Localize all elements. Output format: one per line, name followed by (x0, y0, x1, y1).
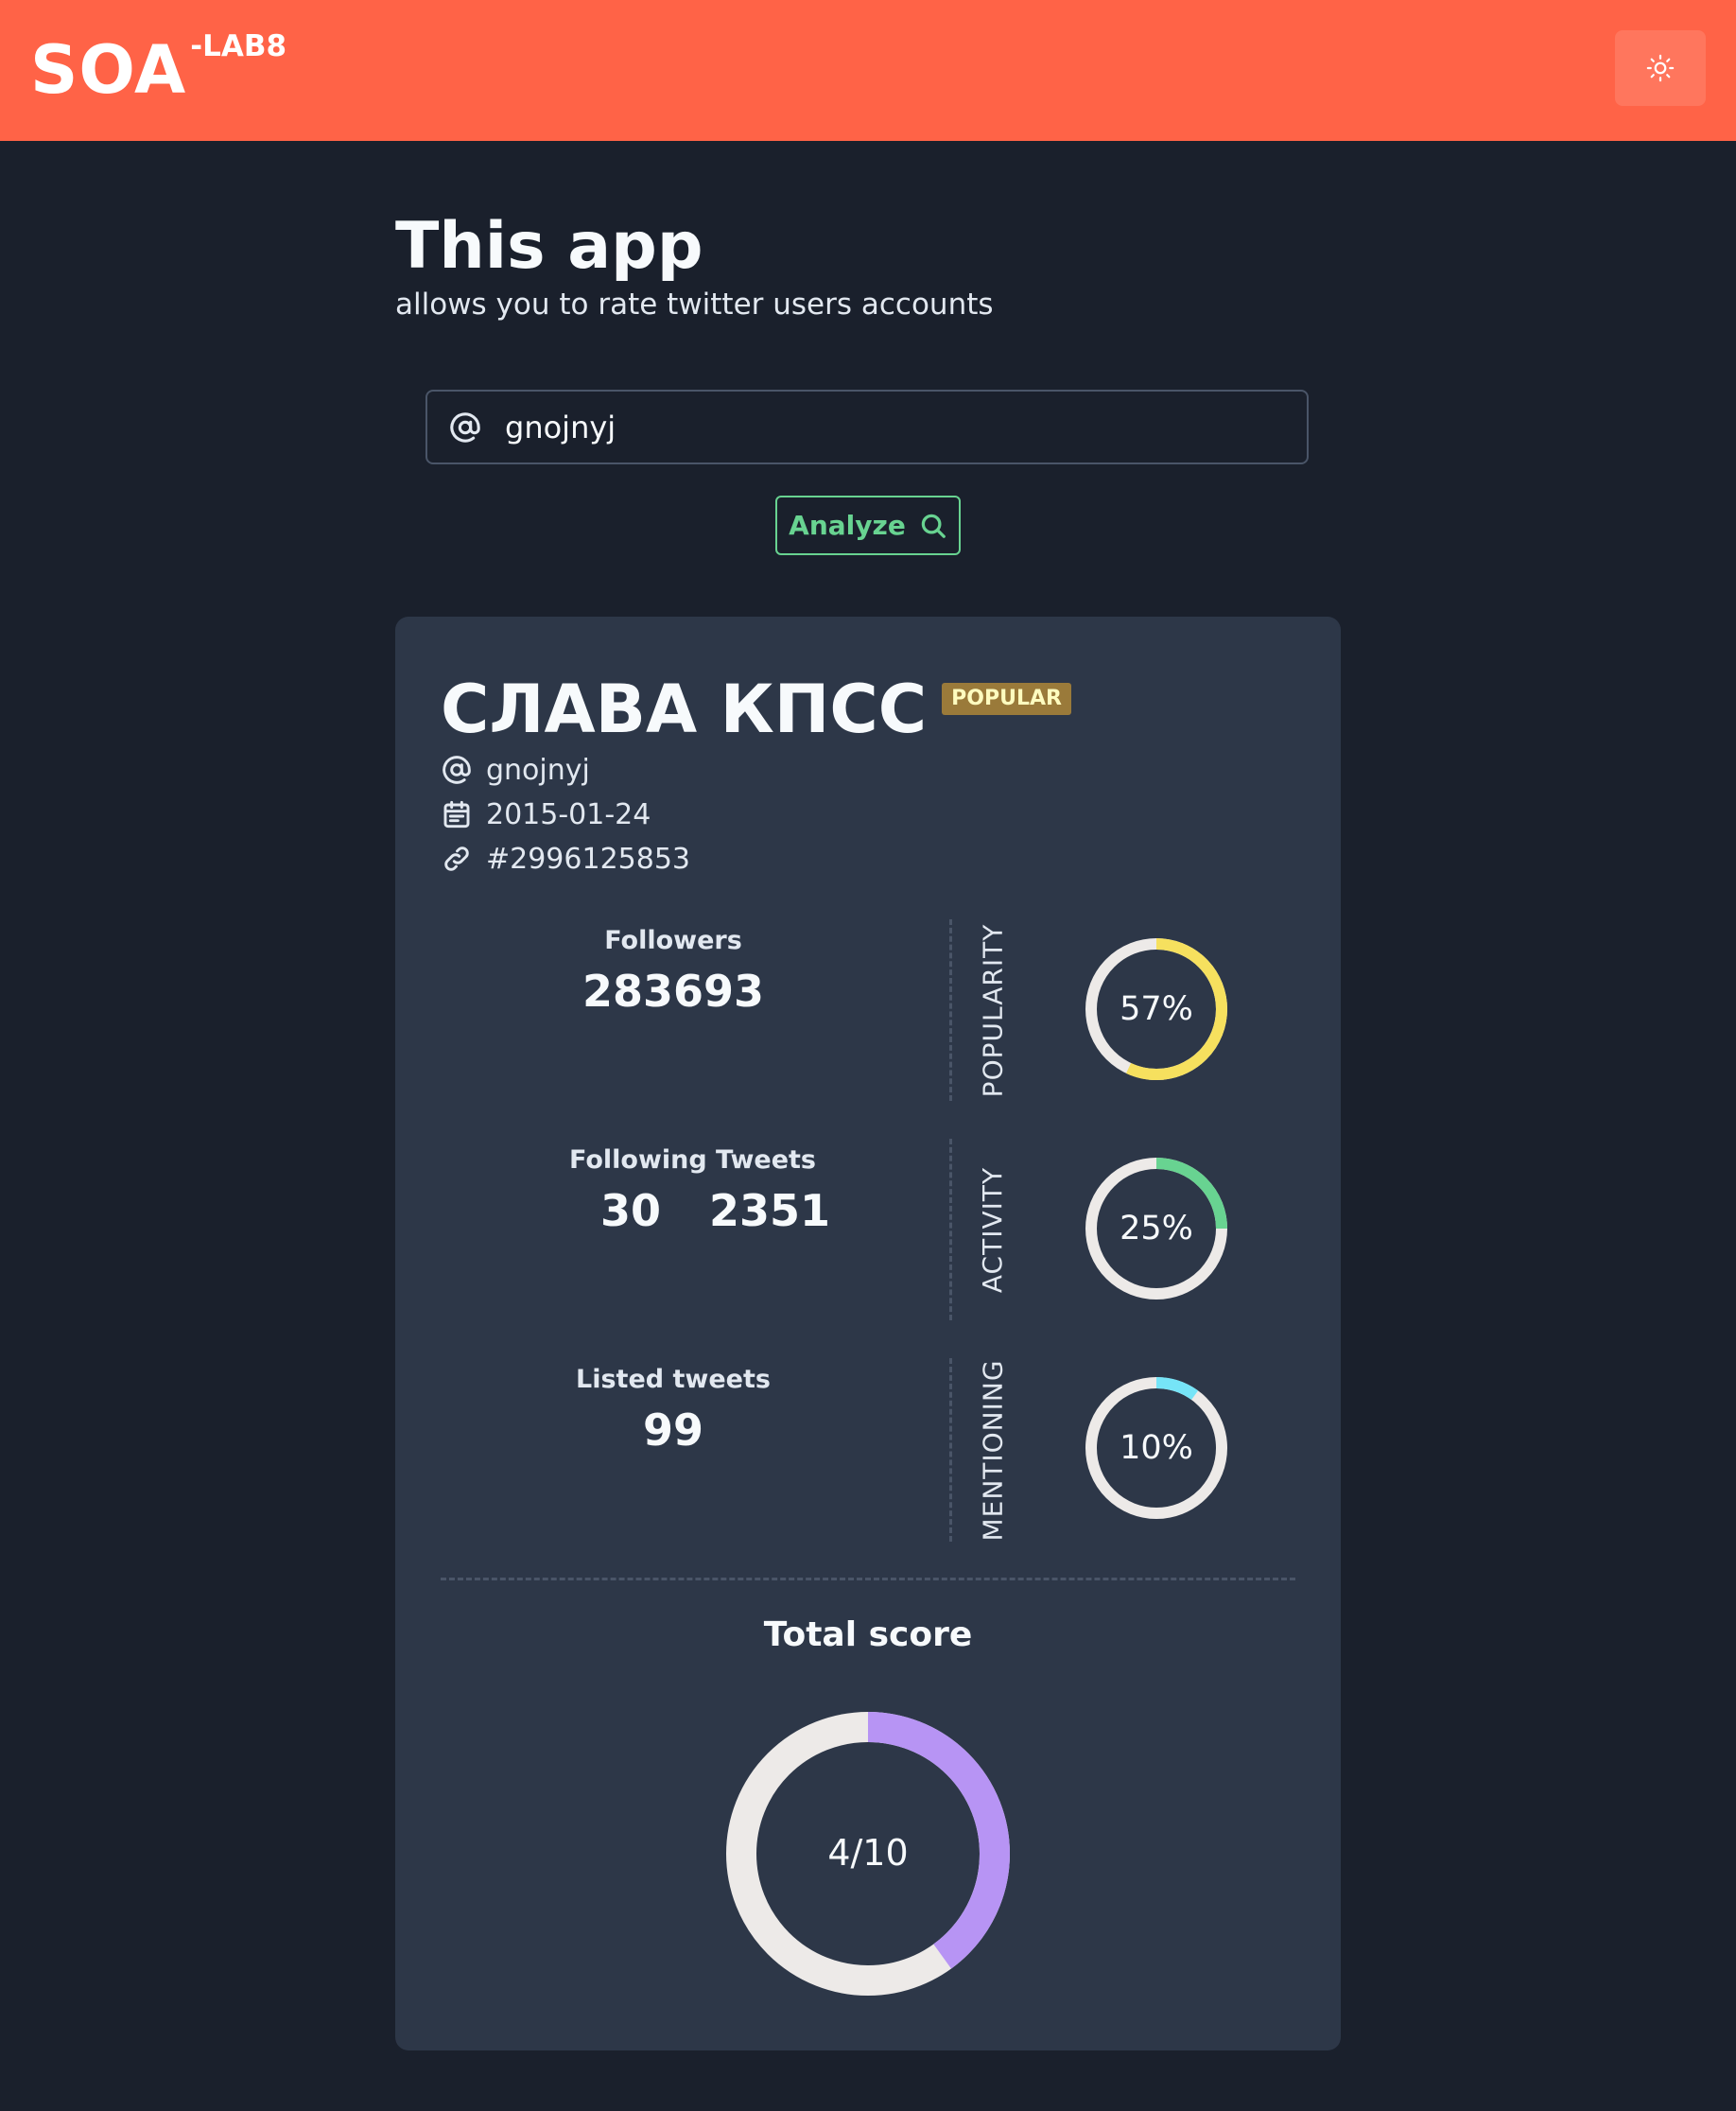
sun-icon (1646, 54, 1675, 82)
calendar-icon (441, 798, 473, 830)
theme-toggle-button[interactable] (1615, 30, 1706, 106)
activity-label: ACTIVITY (977, 1166, 1009, 1293)
tweets-label: Tweets (716, 1145, 816, 1175)
listed-tweets-stat: Listed tweets 99 (560, 1364, 787, 1457)
following-label: Following (569, 1145, 707, 1175)
profile-username: gnojnyj (486, 753, 590, 787)
logo-superscript: -LAB8 (190, 29, 287, 63)
listed-tweets-label: Listed tweets (576, 1365, 771, 1394)
profile-created-row: 2015-01-24 (441, 795, 651, 833)
intro-section: This app allows you to rate twitter user… (395, 208, 994, 323)
mentioning-donut-chart: 10% (1085, 1377, 1227, 1519)
profile-username-row: gnojnyj (441, 751, 590, 789)
username-input[interactable] (505, 398, 1280, 456)
activity-value: 25% (1120, 1210, 1193, 1247)
app-logo[interactable]: SOA -LAB8 (30, 29, 287, 109)
tweets-value: 2351 (709, 1185, 831, 1236)
mentioning-label: MENTIONING (977, 1358, 1009, 1542)
listed-tweets-value: 99 (642, 1404, 703, 1456)
link-icon (441, 843, 473, 875)
activity-label-wrap: ACTIVITY (974, 1139, 1012, 1320)
tweets-stat: Tweets 2351 (709, 1144, 831, 1237)
logo-text: SOA (30, 31, 187, 109)
popularity-label: POPULARITY (977, 923, 1009, 1097)
activity-divider (949, 1139, 952, 1320)
analyze-button[interactable]: Analyze (775, 496, 961, 555)
following-stat: Following 30 (569, 1144, 707, 1237)
page-subtitle: allows you to rate twitter users account… (395, 288, 994, 322)
followers-stat: Followers 283693 (579, 925, 768, 1018)
total-score-value: 4/10 (827, 1832, 908, 1874)
popularity-divider (949, 919, 952, 1101)
mentioning-label-wrap: MENTIONING (974, 1358, 1012, 1542)
section-divider (441, 1578, 1295, 1580)
at-icon (446, 409, 484, 446)
followers-label: Followers (604, 926, 742, 955)
username-search-field[interactable] (425, 390, 1309, 464)
popularity-label-wrap: POPULARITY (974, 919, 1012, 1101)
search-icon (919, 512, 947, 540)
profile-name: СЛАВА КПСС (441, 671, 928, 748)
mentioning-divider (949, 1358, 952, 1542)
popularity-value: 57% (1120, 990, 1193, 1028)
total-score-donut-chart: 4/10 (726, 1712, 1010, 1996)
profile-created-date: 2015-01-24 (486, 797, 651, 831)
analyze-button-label: Analyze (789, 510, 906, 541)
profile-id: #2996125853 (486, 842, 691, 876)
following-value: 30 (599, 1185, 661, 1236)
popularity-donut-chart: 57% (1085, 938, 1227, 1080)
app-header: SOA -LAB8 (0, 0, 1736, 141)
total-score-label: Total score (763, 1615, 973, 1654)
profile-id-row: #2996125853 (441, 840, 690, 878)
result-card: СЛАВА КПСС POPULAR gnojnyj 2015-01-24 #2… (395, 617, 1341, 2050)
popular-badge: POPULAR (942, 683, 1071, 715)
page-title: This app (395, 209, 703, 284)
at-icon (441, 754, 473, 786)
followers-value: 283693 (582, 966, 765, 1017)
mentioning-value: 10% (1120, 1429, 1193, 1467)
profile-header: СЛАВА КПСС POPULAR (441, 672, 1071, 747)
activity-donut-chart: 25% (1085, 1158, 1227, 1300)
